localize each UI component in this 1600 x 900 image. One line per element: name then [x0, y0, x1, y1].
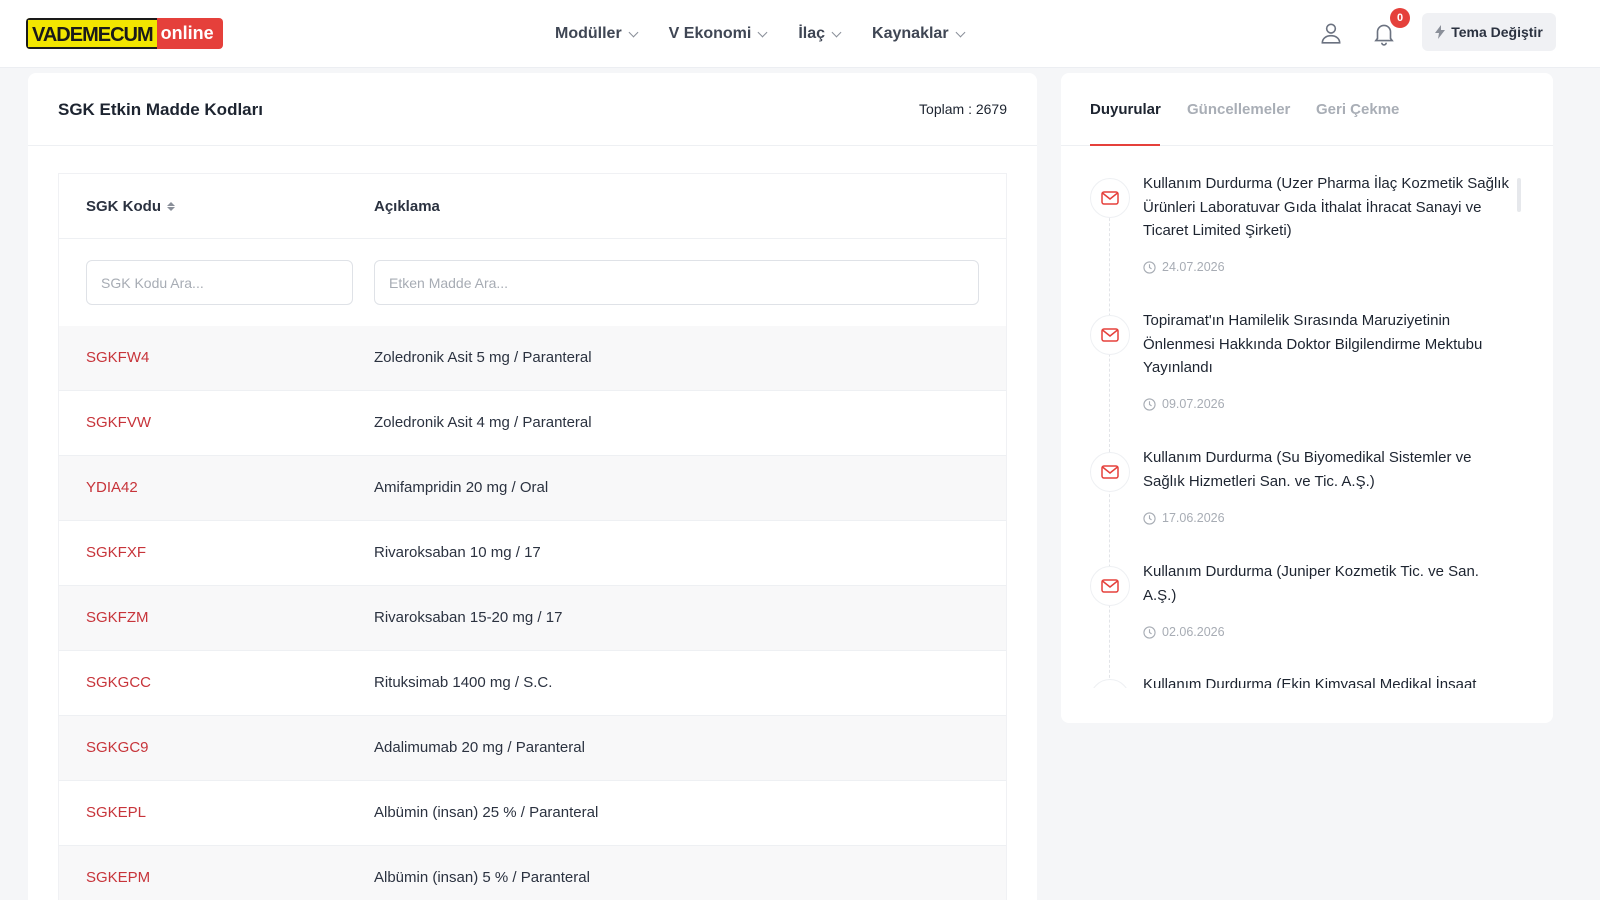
sgk-code-link[interactable]: SGKGC9 — [86, 739, 149, 756]
row-description: Rituksimab 1400 mg / S.C. — [374, 674, 553, 691]
bolt-icon — [1435, 25, 1446, 39]
announcement-title[interactable]: Kullanım Durdurma (Uzer Pharma İlaç Kozm… — [1143, 172, 1513, 243]
sgk-code-link[interactable]: SGKEPL — [86, 804, 146, 821]
mail-icon — [1090, 178, 1130, 218]
user-icon[interactable] — [1318, 20, 1344, 46]
chevron-down-icon — [831, 27, 842, 37]
nav-kaynaklar[interactable]: Kaynaklar — [872, 25, 965, 43]
table-row[interactable]: SGKEPM Albümin (insan) 5 % / Paranteral — [59, 846, 1006, 900]
clock-icon — [1143, 625, 1156, 639]
tab-geri-cekme[interactable]: Geri Çekme — [1316, 101, 1399, 118]
announcement-tabs: Duyurular Güncellemeler Geri Çekme — [1061, 73, 1553, 146]
theme-toggle-button[interactable]: Tema Değiştir — [1422, 13, 1556, 51]
column-header-label: Açıklama — [374, 198, 440, 215]
table-row[interactable]: SGKGCC Rituksimab 1400 mg / S.C. — [59, 651, 1006, 716]
nav-label: İlaç — [798, 25, 826, 42]
announcement-date: 09.07.2026 — [1143, 397, 1225, 411]
sgk-code-link[interactable]: SGKFW4 — [86, 349, 149, 366]
total-count: Toplam : 2679 — [919, 101, 1007, 117]
table-row[interactable]: YDIA42 Amifampridin 20 mg / Oral — [59, 456, 1006, 521]
sgk-code-link[interactable]: YDIA42 — [86, 479, 138, 496]
chevron-down-icon — [757, 27, 768, 37]
announcement-date-text: 09.07.2026 — [1162, 397, 1225, 411]
main-nav: Modüller V Ekonomi İlaç Kaynaklar — [555, 0, 965, 68]
table-header: SGK Kodu Açıklama — [59, 174, 1006, 239]
row-description: Amifampridin 20 mg / Oral — [374, 479, 549, 496]
mail-icon — [1090, 315, 1130, 355]
tab-guncellemeler[interactable]: Güncellemeler — [1187, 101, 1290, 118]
nav-label: Modüller — [555, 25, 622, 42]
announcement-date-text: 17.06.2026 — [1162, 511, 1225, 525]
announcement-title[interactable]: Kullanım Durdurma (Su Biyomedikal Sistem… — [1143, 446, 1513, 493]
codes-table: SGK Kodu Açıklama SGKFW4 Zoledronik Asit… — [58, 173, 1007, 900]
clock-icon — [1143, 511, 1156, 525]
announcement-title[interactable]: Kullanım Durdurma (Ekin Kimyasal Medikal… — [1143, 673, 1513, 688]
announcement-date: 17.06.2026 — [1143, 511, 1225, 525]
table-row[interactable]: SGKFXF Rivaroksaban 10 mg / 17 — [59, 521, 1006, 586]
row-description: Rivaroksaban 10 mg / 17 — [374, 544, 541, 561]
sgk-code-link[interactable]: SGKGCC — [86, 674, 151, 691]
sort-icon[interactable] — [167, 202, 175, 211]
timeline-line — [1109, 188, 1110, 688]
announcement-date-text: 02.06.2026 — [1162, 625, 1225, 639]
table-row[interactable]: SGKFZM Rivaroksaban 15-20 mg / 17 — [59, 586, 1006, 651]
mail-icon — [1090, 679, 1130, 688]
tab-duyurular[interactable]: Duyurular — [1090, 101, 1161, 118]
mail-icon — [1090, 566, 1130, 606]
clock-icon — [1143, 397, 1156, 411]
sgk-code-link[interactable]: SGKFZM — [86, 609, 149, 626]
announcement-date-text: 24.07.2026 — [1162, 260, 1225, 274]
nav-ilac[interactable]: İlaç — [798, 25, 842, 43]
chevron-down-icon — [628, 27, 639, 37]
column-header-code[interactable]: SGK Kodu — [86, 198, 175, 215]
column-header-label: SGK Kodu — [86, 198, 161, 215]
row-description: Adalimumab 20 mg / Paranteral — [374, 739, 585, 756]
announcement-date: 24.07.2026 — [1143, 260, 1225, 274]
logo-text-main: VADEMECUM — [26, 18, 157, 49]
clock-icon — [1143, 260, 1156, 274]
table-body: SGKFW4 Zoledronik Asit 5 mg / Paranteral… — [59, 326, 1006, 900]
announcement-feed[interactable]: Kullanım Durdurma (Uzer Pharma İlaç Kozm… — [1061, 168, 1553, 688]
sgk-code-link[interactable]: SGKFVW — [86, 414, 151, 431]
sgk-codes-card: SGK Etkin Madde Kodları Toplam : 2679 SG… — [28, 73, 1037, 900]
mail-icon — [1090, 452, 1130, 492]
announcement-date: 02.06.2026 — [1143, 625, 1225, 639]
feed-scrollbar[interactable] — [1517, 178, 1521, 212]
row-description: Albümin (insan) 5 % / Paranteral — [374, 869, 590, 886]
table-row[interactable]: SGKFVW Zoledronik Asit 4 mg / Paranteral — [59, 391, 1006, 456]
filter-row — [59, 239, 1006, 326]
nav-v-ekonomi[interactable]: V Ekonomi — [668, 25, 768, 43]
column-header-description: Açıklama — [374, 198, 440, 215]
sgk-code-link[interactable]: SGKEPM — [86, 869, 150, 886]
row-description: Zoledronik Asit 4 mg / Paranteral — [374, 414, 592, 431]
nav-label: Kaynaklar — [872, 25, 949, 42]
announcements-card: Duyurular Güncellemeler Geri Çekme Kulla… — [1061, 73, 1553, 723]
nav-label: V Ekonomi — [668, 25, 752, 42]
announcement-title[interactable]: Topiramat'ın Hamilelik Sırasında Maruziy… — [1143, 309, 1513, 380]
chevron-down-icon — [955, 27, 965, 37]
nav-moduller[interactable]: Modüller — [555, 25, 639, 43]
page-title: SGK Etkin Madde Kodları — [58, 100, 263, 119]
theme-toggle-label: Tema Değiştir — [1451, 24, 1543, 40]
vademecum-logo[interactable]: VADEMECUM online — [26, 18, 223, 49]
top-header: VADEMECUM online Modüller V Ekonomi İlaç… — [0, 0, 1600, 68]
active-tab-indicator — [1090, 144, 1160, 146]
announcement-title[interactable]: Kullanım Durdurma (Juniper Kozmetik Tic.… — [1143, 560, 1513, 607]
divider — [28, 145, 1037, 146]
table-row[interactable]: SGKEPL Albümin (insan) 25 % / Paranteral — [59, 781, 1006, 846]
sgk-code-search-input[interactable] — [86, 260, 353, 305]
row-description: Zoledronik Asit 5 mg / Paranteral — [374, 349, 592, 366]
active-ingredient-search-input[interactable] — [374, 260, 979, 305]
notification-badge: 0 — [1390, 8, 1410, 28]
table-row[interactable]: SGKFW4 Zoledronik Asit 5 mg / Paranteral — [59, 326, 1006, 391]
table-row[interactable]: SGKGC9 Adalimumab 20 mg / Paranteral — [59, 716, 1006, 781]
row-description: Albümin (insan) 25 % / Paranteral — [374, 804, 599, 821]
row-description: Rivaroksaban 15-20 mg / 17 — [374, 609, 563, 626]
sgk-code-link[interactable]: SGKFXF — [86, 544, 146, 561]
logo-text-online: online — [156, 18, 223, 49]
